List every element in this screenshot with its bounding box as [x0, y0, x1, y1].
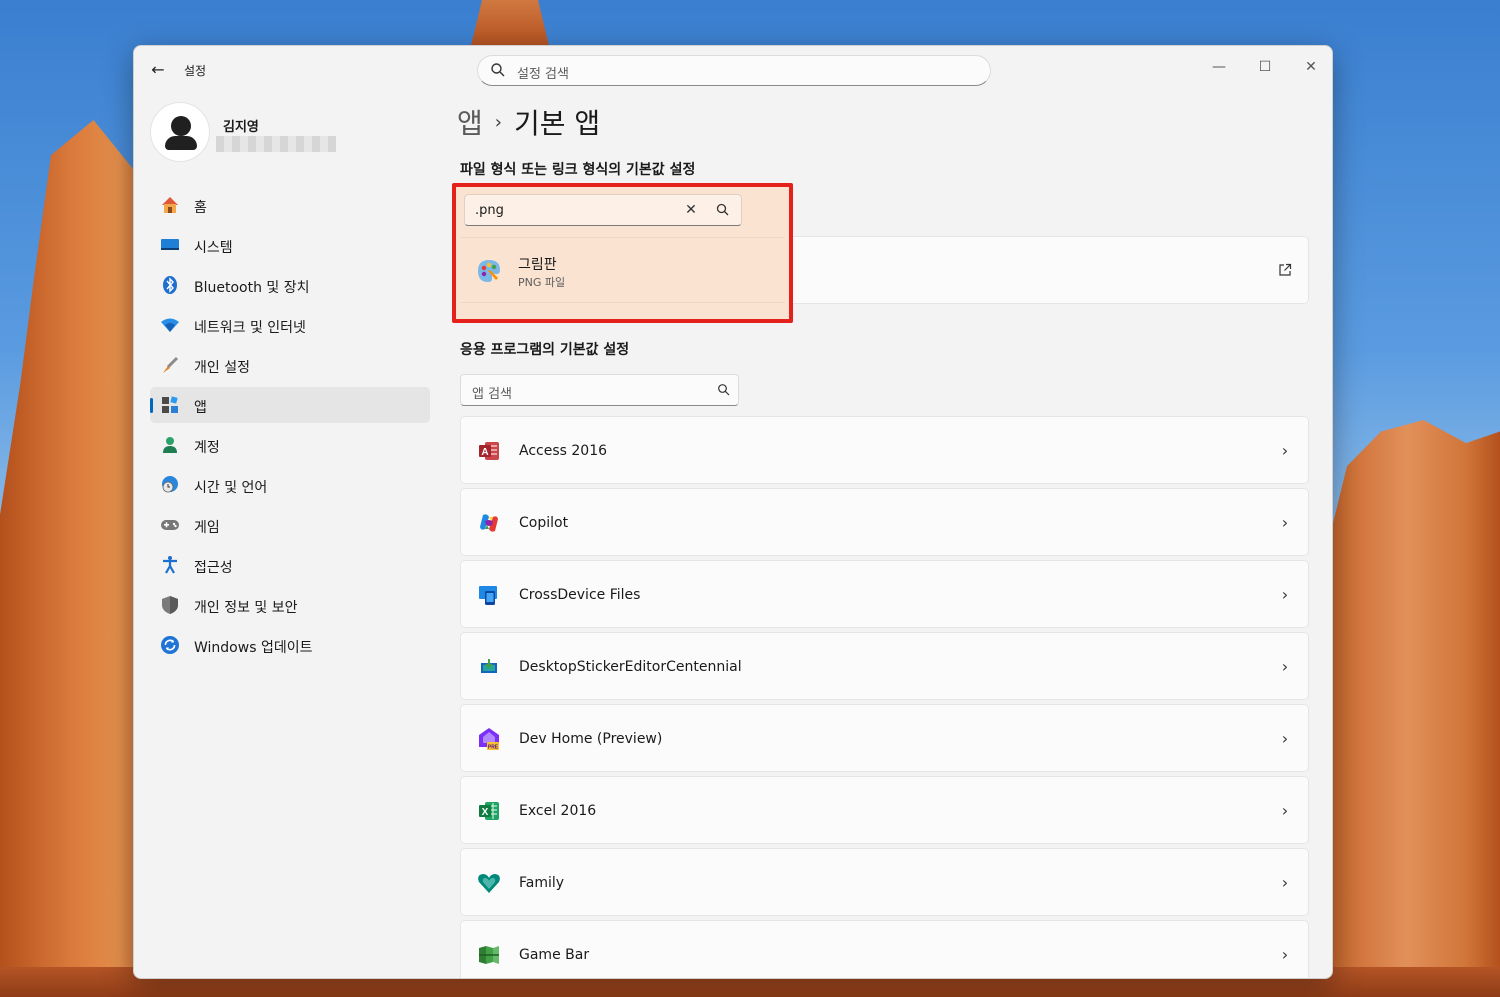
highlight-box: .png ✕ 그림판 PNG 파일	[452, 183, 793, 323]
sidebar-item-accessibility[interactable]: 접근성	[150, 547, 430, 583]
filetype-association-row[interactable]: 그림판 PNG 파일	[460, 237, 785, 303]
filetype-section-title: 파일 형식 또는 링크 형식의 기본값 설정	[460, 162, 696, 178]
app-row-desktop-sticker-editor[interactable]: DesktopStickerEditorCentennial ›	[460, 632, 1309, 700]
user-profile[interactable]: 김지영	[150, 102, 430, 166]
profile-email-redacted	[216, 136, 336, 152]
settings-search-input[interactable]: 설정 검색	[477, 55, 991, 86]
sidebar-item-personalization[interactable]: 개인 설정	[150, 347, 430, 383]
chevron-right-icon: ›	[1281, 585, 1289, 604]
chevron-right-icon: ›	[1281, 873, 1289, 892]
gamebar-icon	[479, 946, 499, 964]
access-icon: A	[479, 442, 499, 460]
filetype-input-value: .png	[475, 203, 504, 218]
breadcrumb-separator-icon: ›	[494, 111, 502, 133]
sidebar-item-system[interactable]: 시스템	[150, 227, 430, 263]
settings-search-placeholder: 설정 검색	[517, 67, 569, 82]
clear-icon[interactable]: ✕	[681, 200, 701, 220]
sidebar-item-windows-update[interactable]: Windows 업데이트	[150, 627, 430, 663]
app-row-copilot[interactable]: Copilot ›	[460, 488, 1309, 556]
chevron-right-icon: ›	[1281, 945, 1289, 964]
sidebar-item-network[interactable]: 네트워크 및 인터넷	[150, 307, 430, 343]
sidebar-nav: 홈 시스템 Bluetooth 및 장치 네트워크 및 인터넷 개인 설정 앱 …	[150, 187, 430, 667]
open-external-icon	[1279, 263, 1292, 276]
avatar	[150, 102, 210, 162]
breadcrumb-parent[interactable]: 앱	[457, 107, 483, 140]
globe-clock-icon	[162, 476, 178, 493]
svg-text:PRE: PRE	[488, 745, 499, 751]
apps-icon	[162, 396, 178, 413]
profile-name: 김지영	[223, 120, 259, 135]
brush-icon	[163, 356, 179, 373]
app-row-excel[interactable]: X Excel 2016 ›	[460, 776, 1309, 844]
sidebar-item-bluetooth[interactable]: Bluetooth 및 장치	[150, 267, 430, 303]
minimize-button[interactable]: —	[1196, 52, 1242, 82]
paint-palette-icon	[478, 260, 500, 282]
sticker-editor-icon	[481, 659, 497, 673]
chevron-right-icon: ›	[1281, 513, 1289, 532]
apps-section-title: 응용 프로그램의 기본값 설정	[460, 342, 630, 358]
wallpaper-rock-right	[1330, 420, 1500, 997]
sidebar-item-gaming[interactable]: 게임	[150, 507, 430, 543]
close-button[interactable]: ✕	[1288, 52, 1332, 82]
account-icon	[163, 437, 177, 453]
chevron-right-icon: ›	[1281, 657, 1289, 676]
sidebar-item-accounts[interactable]: 계정	[150, 427, 430, 463]
settings-window: ← 설정 설정 검색 — ☐ ✕ 김지영 홈 시스템 Bluetooth 및 장…	[133, 45, 1333, 979]
search-icon	[718, 384, 730, 396]
active-indicator	[150, 398, 153, 413]
crossdevice-icon	[479, 586, 497, 605]
devhome-icon: PRE	[479, 728, 499, 751]
app-list: A Access 2016 › Copilot › CrossDevice Fi…	[460, 416, 1309, 978]
app-row-access[interactable]: A Access 2016 ›	[460, 416, 1309, 484]
sidebar-item-home[interactable]: 홈	[150, 187, 430, 223]
chevron-right-icon: ›	[1281, 729, 1289, 748]
app-row-dev-home[interactable]: PRE Dev Home (Preview) ›	[460, 704, 1309, 772]
app-row-crossdevice-files[interactable]: CrossDevice Files ›	[460, 560, 1309, 628]
breadcrumb: 앱 › 기본 앱	[457, 102, 600, 142]
sidebar-item-apps[interactable]: 앱	[150, 387, 430, 423]
page-title: 기본 앱	[513, 107, 601, 140]
gamepad-icon	[161, 520, 179, 530]
update-icon	[161, 636, 179, 654]
search-icon[interactable]	[715, 202, 731, 218]
filetype-search-input[interactable]: .png ✕	[464, 194, 742, 226]
sidebar-item-time-language[interactable]: 시간 및 언어	[150, 467, 430, 503]
back-button[interactable]: ←	[148, 60, 168, 80]
app-search-input[interactable]: 앱 검색	[460, 374, 739, 406]
maximize-button[interactable]: ☐	[1242, 52, 1288, 82]
app-row-game-bar[interactable]: Game Bar ›	[460, 920, 1309, 978]
association-app-name: 그림판	[518, 257, 557, 273]
app-row-family[interactable]: Family ›	[460, 848, 1309, 916]
excel-icon: X	[479, 802, 499, 820]
svg-text:A: A	[481, 447, 488, 458]
sidebar-item-privacy[interactable]: 개인 정보 및 보안	[150, 587, 430, 623]
accessibility-icon	[163, 556, 177, 574]
chevron-right-icon: ›	[1281, 801, 1289, 820]
copilot-icon	[480, 514, 498, 532]
association-file-type: PNG 파일	[518, 276, 566, 289]
wallpaper-rock-top	[470, 0, 550, 50]
shield-icon	[162, 596, 178, 614]
system-icon	[161, 239, 179, 250]
svg-text:X: X	[482, 807, 489, 818]
title-bar: ← 설정 설정 검색 — ☐ ✕	[134, 46, 1332, 94]
home-icon	[162, 197, 178, 213]
wifi-icon	[161, 318, 179, 332]
chevron-right-icon: ›	[1281, 441, 1289, 460]
app-title: 설정	[184, 64, 207, 78]
app-search-placeholder: 앱 검색	[472, 387, 513, 402]
bluetooth-icon	[163, 276, 177, 294]
search-icon	[491, 63, 505, 77]
family-icon	[478, 874, 500, 893]
